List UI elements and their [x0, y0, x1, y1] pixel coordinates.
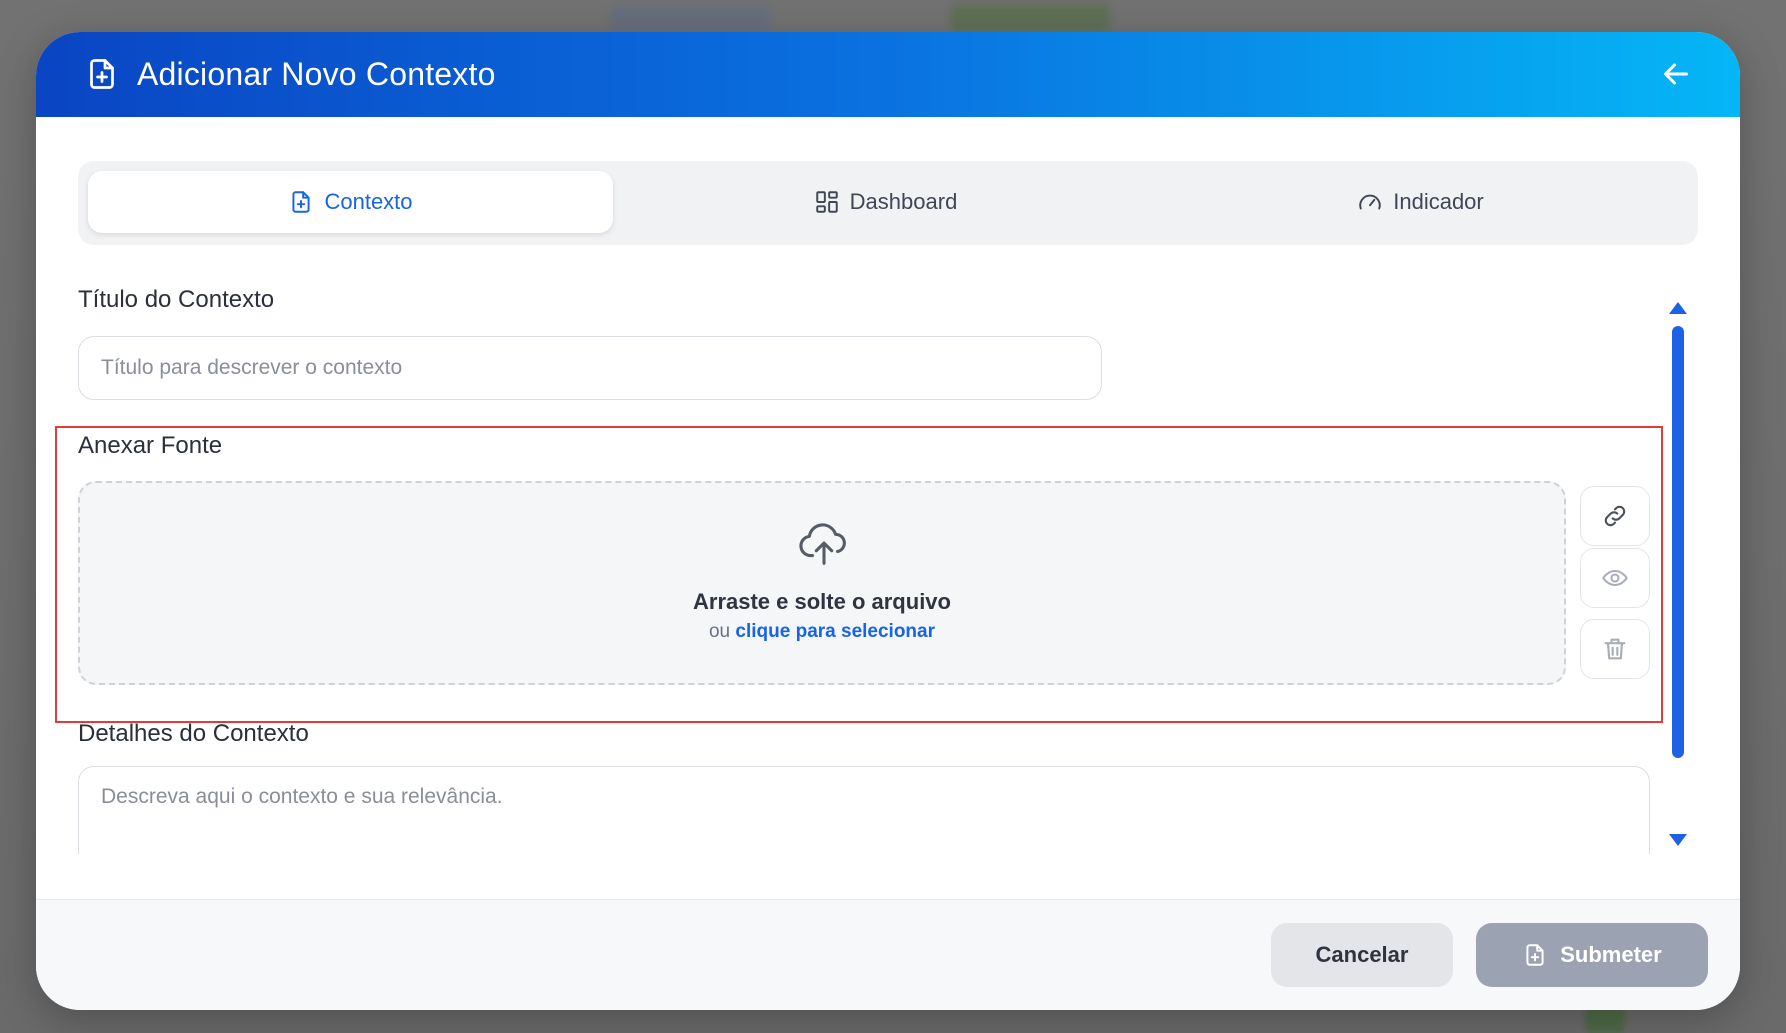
grid-icon — [815, 191, 838, 213]
add-link-button[interactable] — [1580, 486, 1650, 546]
file-plus-icon — [1526, 944, 1544, 966]
details-label: Detalhes do Contexto — [78, 720, 309, 747]
link-icon — [1604, 505, 1626, 527]
file-dropzone[interactable]: Arraste e solte o arquivo ou clique para… — [78, 481, 1566, 685]
tab-label: Dashboard — [849, 189, 958, 214]
scroll-up-arrow-icon[interactable] — [1669, 302, 1687, 314]
delete-button[interactable] — [1580, 619, 1650, 679]
background-element — [610, 6, 770, 32]
background-element — [950, 4, 1110, 32]
tab-label: Indicador — [1393, 189, 1484, 214]
modal-header: Adicionar Novo Contexto — [36, 32, 1740, 117]
submit-label: Submeter — [1560, 942, 1662, 967]
tab-dashboard[interactable]: Dashboard — [623, 171, 1148, 233]
tab-bar: Contexto Dashboard Indicador — [78, 161, 1698, 245]
scroll-down-arrow-icon[interactable] — [1669, 834, 1687, 846]
dropzone-prefix: ou — [708, 621, 731, 642]
arrow-left-icon[interactable] — [1658, 56, 1694, 92]
attach-source-label: Anexar Fonte — [78, 432, 223, 459]
submit-button[interactable]: Submeter — [1476, 923, 1708, 987]
tab-label: Contexto — [324, 189, 413, 214]
add-context-modal: Adicionar Novo Contexto Contexto Dashboa… — [36, 32, 1740, 1010]
context-title-input[interactable]: Título para descrever o contexto — [78, 336, 1102, 400]
tab-contexto[interactable]: Contexto — [88, 171, 613, 233]
modal-title: Adicionar Novo Contexto — [137, 56, 496, 92]
tab-indicador[interactable]: Indicador — [1158, 171, 1683, 233]
cancel-button[interactable]: Cancelar — [1271, 923, 1453, 987]
eye-icon — [1602, 569, 1628, 587]
dropzone-subtext: ou clique para selecionar — [80, 621, 1564, 643]
select-file-link[interactable]: clique para selecionar — [735, 621, 935, 642]
file-plus-icon — [90, 59, 114, 89]
cloud-upload-icon — [799, 523, 846, 565]
scrollbar-thumb[interactable] — [1672, 326, 1684, 758]
trash-icon — [1604, 638, 1626, 660]
file-plus-icon — [292, 191, 311, 213]
dropzone-text: Arraste e solte o arquivo — [693, 589, 951, 614]
preview-button[interactable] — [1580, 548, 1650, 608]
gauge-icon — [1359, 194, 1381, 210]
title-label: Título do Contexto — [78, 286, 275, 313]
